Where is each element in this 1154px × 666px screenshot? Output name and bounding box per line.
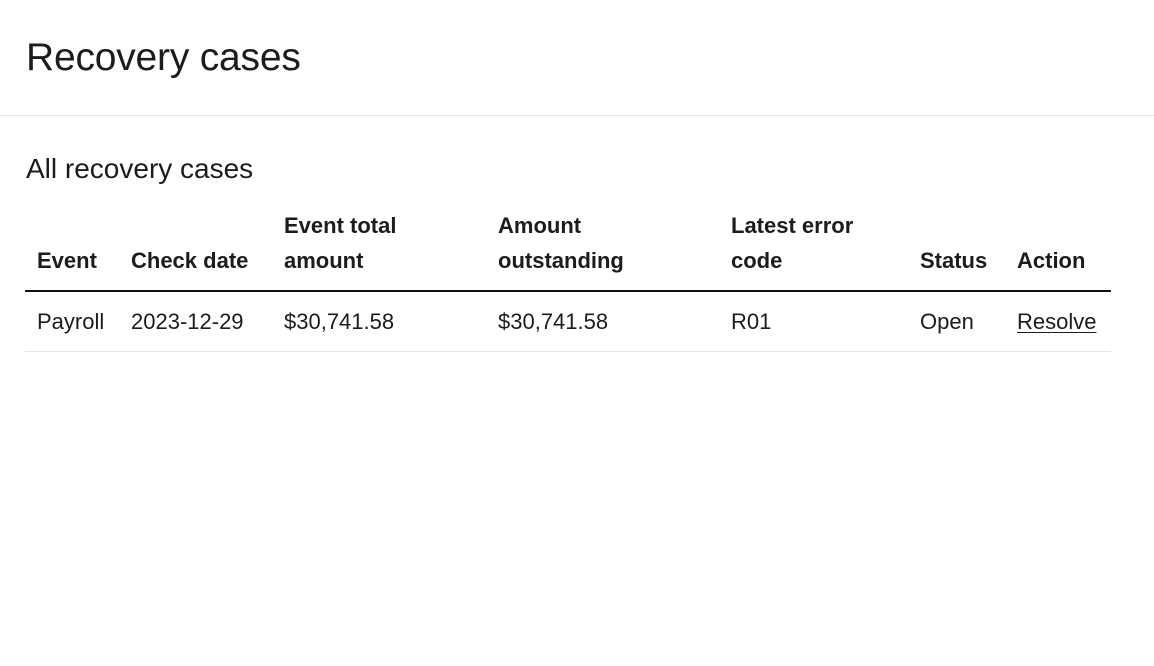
page-title: Recovery cases bbox=[26, 36, 301, 79]
column-header-check-date: Check date bbox=[119, 208, 272, 292]
cell-status: Open bbox=[908, 291, 1005, 352]
table-body: Payroll 2023-12-29 $30,741.58 $30,741.58… bbox=[25, 291, 1111, 352]
column-header-status: Status bbox=[908, 208, 1005, 292]
column-header-action: Action bbox=[1005, 208, 1111, 292]
recovery-cases-table: Event Check date Event total amount Amou… bbox=[25, 208, 1111, 352]
column-header-amount-outstanding: Amount outstanding bbox=[486, 208, 719, 292]
column-header-event: Event bbox=[25, 208, 119, 292]
table-header-row: Event Check date Event total amount Amou… bbox=[25, 208, 1111, 292]
cell-action: Resolve bbox=[1005, 291, 1111, 352]
cell-amount-outstanding: $30,741.58 bbox=[486, 291, 719, 352]
table-row: Payroll 2023-12-29 $30,741.58 $30,741.58… bbox=[25, 291, 1111, 352]
resolve-link[interactable]: Resolve bbox=[1017, 309, 1096, 334]
column-header-event-total-amount: Event total amount bbox=[272, 208, 486, 292]
table-header: Event Check date Event total amount Amou… bbox=[25, 208, 1111, 292]
cell-latest-error-code: R01 bbox=[719, 291, 908, 352]
section-title: All recovery cases bbox=[26, 153, 254, 184]
cell-check-date: 2023-12-29 bbox=[119, 291, 272, 352]
cell-event-total-amount: $30,741.58 bbox=[272, 291, 486, 352]
column-header-latest-error-code: Latest error code bbox=[719, 208, 908, 292]
cell-event: Payroll bbox=[25, 291, 119, 352]
page-header: Recovery cases bbox=[0, 0, 1154, 116]
